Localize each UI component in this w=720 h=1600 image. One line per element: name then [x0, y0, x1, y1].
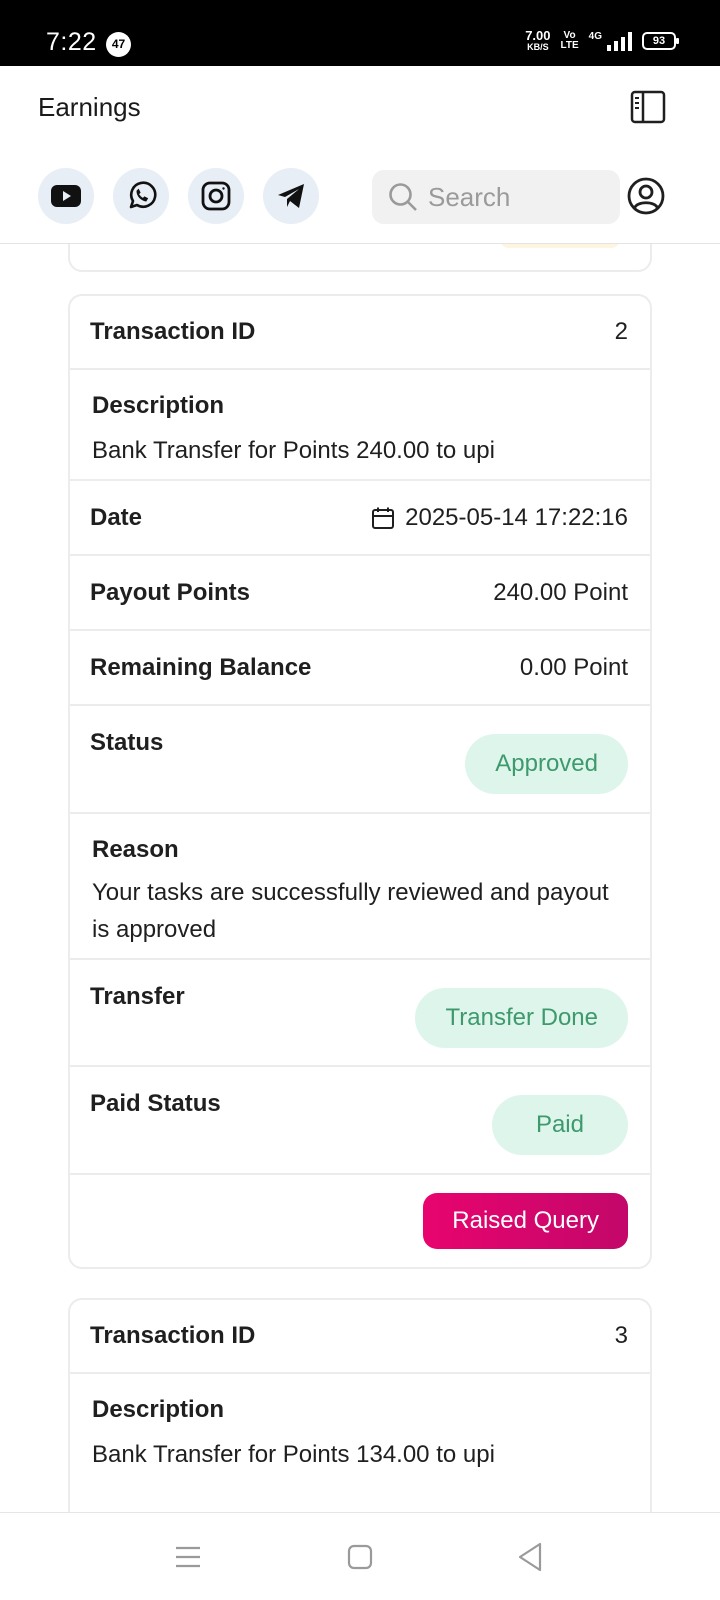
instagram-icon: [201, 181, 231, 211]
transactions-list[interactable]: Transaction ID 2 Description Bank Transf…: [0, 244, 720, 1512]
page-title: Earnings: [38, 92, 141, 122]
app-header: Earnings: [0, 66, 720, 244]
status-time: 7:22: [46, 28, 97, 56]
search-input[interactable]: [428, 181, 618, 213]
transfer-row: Transfer Transfer Done: [70, 960, 650, 1067]
transaction-card: Transaction ID 3 Description Bank Transf…: [68, 1298, 652, 1512]
payout-points-value: 240.00 Point: [493, 578, 628, 606]
net-speed-value: 7.00: [525, 28, 551, 43]
transaction-id-value: 3: [614, 1322, 628, 1349]
payout-points-row: Payout Points 240.00 Point: [70, 556, 650, 631]
transaction-id-value: 2: [614, 318, 628, 345]
net-speed: 7.00 KB/S: [525, 28, 551, 52]
status-bar: 7:22 47 7.00 KB/S Vo LTE 4G 93: [0, 0, 720, 66]
status-label: Status: [90, 729, 164, 756]
status-badge: [500, 244, 620, 248]
date-row: Date 2025-05-14 17:22:16: [70, 481, 650, 556]
calendar-icon: [372, 507, 395, 529]
remaining-balance-value: 0.00 Point: [519, 653, 628, 681]
description-value: Bank Transfer for Points 240.00 to upi: [92, 437, 495, 464]
transaction-id-label: Transaction ID: [90, 318, 256, 345]
date-value-wrap: 2025-05-14 17:22:16: [371, 504, 628, 532]
actions-row: Raised Query: [70, 1175, 650, 1267]
signal-icon: 4G: [589, 31, 632, 51]
payout-points-label: Payout Points: [90, 578, 251, 606]
back-nav-icon[interactable]: [510, 1539, 550, 1575]
whatsapp-button[interactable]: [113, 168, 169, 224]
whatsapp-icon: [129, 181, 157, 209]
paid-badge: Paid: [491, 1095, 628, 1155]
youtube-icon: [51, 185, 81, 207]
system-nav-bar: [0, 1512, 720, 1600]
transaction-card-previous: [68, 244, 652, 272]
battery-icon: 93: [642, 32, 679, 50]
search-box[interactable]: [372, 170, 620, 224]
search-icon: [389, 183, 417, 211]
telegram-icon: [278, 184, 304, 208]
sidebar-toggle-icon[interactable]: [630, 90, 666, 124]
date-label: Date: [90, 503, 143, 531]
raised-query-button[interactable]: Raised Query: [423, 1193, 628, 1249]
transaction-id-row: Transaction ID 3: [70, 1300, 650, 1374]
description-row: Description Bank Transfer for Points 134…: [70, 1374, 650, 1485]
net-speed-unit: KB/S: [527, 42, 549, 52]
description-row: Description Bank Transfer for Points 240…: [70, 370, 650, 481]
description-value: Bank Transfer for Points 134.00 to upi: [92, 1441, 495, 1468]
description-label: Description: [92, 1396, 225, 1423]
description-label: Description: [92, 392, 225, 419]
notification-count-badge: 47: [106, 32, 131, 57]
menu-nav-icon[interactable]: [168, 1539, 208, 1575]
network-type: 4G: [588, 31, 602, 42]
remaining-balance-label: Remaining Balance: [90, 653, 312, 681]
transaction-card: Transaction ID 2 Description Bank Transf…: [68, 294, 652, 1269]
transaction-id-label: Transaction ID: [90, 1322, 256, 1349]
home-nav-icon[interactable]: [340, 1539, 380, 1575]
remaining-balance-row: Remaining Balance 0.00 Point: [70, 631, 650, 706]
volte-indicator: Vo LTE: [561, 31, 579, 51]
reason-label: Reason: [92, 836, 179, 863]
profile-icon[interactable]: [626, 176, 666, 216]
paid-status-row: Paid Status Paid: [70, 1067, 650, 1175]
transfer-label: Transfer: [90, 983, 185, 1010]
transfer-badge: Transfer Done: [415, 988, 628, 1048]
youtube-button[interactable]: [38, 168, 94, 224]
date-value: 2025-05-14 17:22:16: [405, 503, 628, 531]
transaction-id-row: Transaction ID 2: [70, 296, 650, 370]
instagram-button[interactable]: [188, 168, 244, 224]
paid-status-label: Paid Status: [90, 1090, 221, 1117]
telegram-button[interactable]: [263, 168, 319, 224]
status-badge: Approved: [465, 734, 628, 794]
status-row: Status Approved: [70, 706, 650, 814]
status-indicators: 7.00 KB/S Vo LTE 4G 93: [525, 28, 679, 52]
reason-row: Reason Your tasks are successfully revie…: [70, 814, 650, 960]
reason-value: Your tasks are successfully reviewed and…: [92, 879, 609, 943]
volte-bottom: LTE: [560, 40, 579, 51]
